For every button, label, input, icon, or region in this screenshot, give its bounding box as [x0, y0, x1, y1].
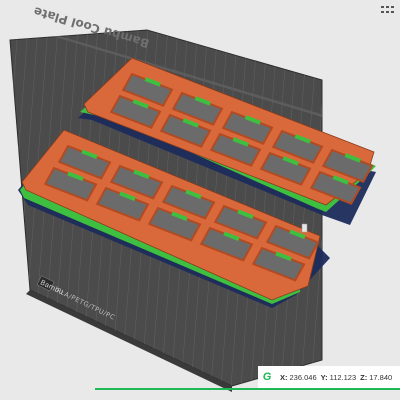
y-label: Y: [320, 372, 328, 382]
z-label: Z: [360, 372, 368, 382]
grid-line [370, 131, 400, 231]
build-plate-scene[interactable]: Bambu Cool Plate Bambu PLA/PETG/TPU/PC [0, 0, 400, 400]
grid-line [370, 0, 400, 400]
grid-line [380, 134, 400, 234]
x-label: X: [280, 372, 288, 382]
coordinate-readout: G X: 236.046 Y: 112.123 Z: 17.840 [258, 366, 400, 388]
x-value: 236.046 [289, 372, 317, 382]
grid-line [390, 0, 400, 400]
grid-line [10, 30, 11, 386]
z-value: 17.840 [369, 372, 393, 382]
y-value: 112.123 [329, 372, 357, 382]
3d-viewport[interactable]: Bambu Cool Plate Bambu PLA/PETG/TPU/PC [0, 0, 400, 400]
layer-progress-bar [95, 388, 400, 390]
object-2-pin [301, 223, 308, 233]
grid-line [390, 137, 400, 237]
grid-line [380, 0, 400, 400]
gcode-viewer-icon[interactable]: G [258, 366, 276, 388]
settings-grid-icon[interactable] [380, 4, 396, 16]
grid-line [360, 0, 390, 400]
